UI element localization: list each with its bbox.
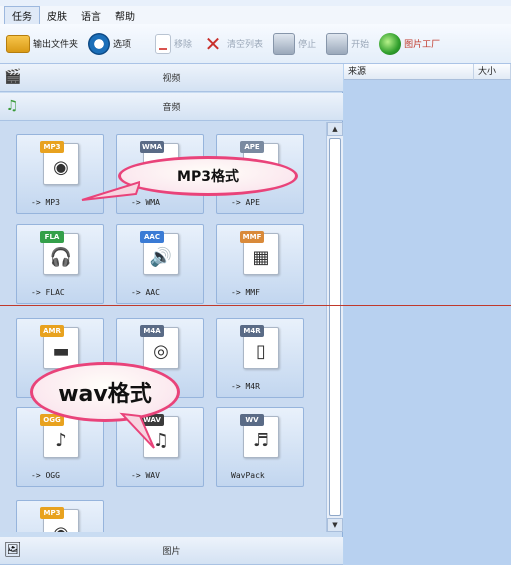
menu-task[interactable]: 任务 bbox=[4, 5, 40, 25]
callout-mp3-tail bbox=[81, 180, 140, 201]
audio-file-icon: AAC 🔊 bbox=[140, 231, 179, 275]
format-tile-label: -> AAC bbox=[131, 288, 160, 297]
clear-list-button[interactable]: ✕ 清空列表 bbox=[202, 29, 263, 59]
column-source[interactable]: 来源 bbox=[344, 64, 474, 80]
remove-label: 移除 bbox=[174, 40, 193, 50]
format-badge: FLA bbox=[40, 231, 64, 243]
format-badge: MP3 bbox=[40, 141, 64, 153]
divider-line bbox=[0, 305, 511, 306]
stop-icon bbox=[273, 32, 296, 55]
stop-label: 停止 bbox=[298, 40, 317, 50]
category-video-label: 视频 bbox=[162, 74, 181, 84]
menu-help[interactable]: 帮助 bbox=[108, 7, 142, 24]
remove-document-icon bbox=[155, 33, 172, 54]
clear-list-label: 清空列表 bbox=[227, 40, 264, 50]
toolbar: 输出文件夹 选项 移除 ✕ 清空列表 停止 开始 图片工厂 bbox=[0, 24, 511, 64]
format-glyph-icon: ♪ bbox=[55, 430, 67, 451]
format-glyph-icon: ▯ bbox=[256, 341, 266, 362]
globe-icon bbox=[379, 32, 402, 55]
format-glyph-icon: ◉ bbox=[44, 522, 78, 532]
menu-skin[interactable]: 皮肤 bbox=[40, 7, 74, 24]
format-tile-label: -> OGG bbox=[31, 471, 60, 480]
remove-button[interactable]: 移除 bbox=[155, 29, 192, 59]
audio-file-icon: M4R ▯ bbox=[240, 325, 279, 369]
column-size[interactable]: 大小 bbox=[474, 64, 511, 80]
audio-file-icon: FLA 🎧 bbox=[40, 231, 79, 275]
format-tile-label: -> FLAC bbox=[31, 288, 65, 297]
gear-icon bbox=[88, 32, 111, 55]
audio-file-icon: MMF ▦ bbox=[240, 231, 279, 275]
format-tile-label: -> WAV bbox=[131, 471, 160, 480]
menu-language[interactable]: 语言 bbox=[74, 7, 108, 24]
format-tile[interactable]: WV ♬ WavPack bbox=[216, 407, 304, 487]
audio-file-icon: MP3 ◉ bbox=[40, 141, 79, 185]
start-icon bbox=[326, 32, 349, 55]
picture-factory-button[interactable]: 图片工厂 bbox=[379, 29, 440, 59]
file-list-panel[interactable]: 来源 大小 bbox=[344, 64, 511, 565]
category-audio[interactable]: ♫ 音频 bbox=[0, 93, 343, 121]
audio-file-icon: OGG ♪ bbox=[40, 414, 79, 458]
format-glyph-icon: ▬ bbox=[52, 341, 70, 362]
format-tile[interactable]: M4R ▯ -> M4R bbox=[216, 318, 304, 398]
audio-file-icon: MP3 ◉ bbox=[40, 507, 79, 532]
format-tile-label: -> M4R bbox=[231, 382, 260, 391]
format-tile-label: -> MP3 bbox=[31, 198, 60, 207]
audio-file-icon: WV ♬ bbox=[240, 414, 279, 458]
format-glyph-icon: ◎ bbox=[153, 341, 169, 362]
format-badge: M4A bbox=[140, 325, 164, 337]
format-tile-label: -> APE bbox=[231, 198, 260, 207]
category-video[interactable]: 🎬 视频 bbox=[0, 64, 343, 92]
format-badge: APE bbox=[240, 141, 264, 153]
format-tile[interactable]: MMF ▦ -> MMF bbox=[216, 224, 304, 304]
format-badge: AAC bbox=[140, 231, 164, 243]
music-note-icon: ♫ bbox=[5, 98, 19, 114]
format-tile[interactable]: AAC 🔊 -> AAC bbox=[116, 224, 204, 304]
start-label: 开始 bbox=[351, 40, 370, 50]
format-glyph-icon: ▦ bbox=[252, 247, 270, 268]
format-badge: M4R bbox=[240, 325, 264, 337]
stop-button[interactable]: 停止 bbox=[273, 29, 316, 59]
callout-wav-text: wav格式 bbox=[58, 382, 152, 407]
format-badge: AMR bbox=[40, 325, 64, 337]
output-folder-label: 输出文件夹 bbox=[33, 40, 79, 50]
close-icon: ✕ bbox=[204, 31, 222, 56]
format-badge: MP3 bbox=[40, 507, 64, 519]
format-badge: WMA bbox=[140, 141, 165, 153]
audio-file-icon: M4A ◎ bbox=[140, 325, 179, 369]
format-tile-label: -> MMF bbox=[231, 288, 260, 297]
folder-icon bbox=[6, 34, 30, 53]
options-button[interactable]: 选项 bbox=[88, 29, 131, 59]
format-glyph-icon: 🎧 bbox=[49, 247, 73, 268]
format-glyph-icon: 🔊 bbox=[149, 247, 173, 268]
format-tile[interactable]: FLA 🎧 -> FLAC bbox=[16, 224, 104, 304]
start-button[interactable]: 开始 bbox=[326, 29, 369, 59]
picture-factory-label: 图片工厂 bbox=[404, 40, 441, 50]
scroll-up-arrow[interactable]: ▲ bbox=[327, 122, 343, 136]
film-icon: 🎬 bbox=[4, 69, 22, 85]
category-picture-label: 图片 bbox=[162, 547, 181, 557]
format-badge: WV bbox=[240, 414, 264, 426]
vertical-scrollbar[interactable]: ▲ ▼ bbox=[326, 122, 343, 532]
format-glyph-icon: ◉ bbox=[53, 157, 69, 178]
callout-mp3: MP3格式 bbox=[118, 156, 298, 196]
options-label: 选项 bbox=[113, 40, 132, 50]
category-picture[interactable]: 🖼 图片 bbox=[0, 537, 343, 565]
output-folder-button[interactable]: 输出文件夹 bbox=[6, 29, 78, 59]
scroll-thumb[interactable] bbox=[329, 138, 341, 516]
scroll-down-arrow[interactable]: ▼ bbox=[327, 518, 343, 532]
callout-mp3-text: MP3格式 bbox=[177, 169, 239, 185]
callout-wav-tail bbox=[119, 412, 155, 449]
format-tile-label: WavPack bbox=[231, 471, 265, 480]
format-badge: MMF bbox=[240, 231, 264, 243]
format-tile[interactable]: MP3 ◉ bbox=[16, 500, 104, 532]
category-panel: 🎬 视频 ♫ 音频 MP3◉-> MP3WMA♪-> WMAAPE♫-> APE… bbox=[0, 64, 343, 565]
format-glyph-icon: ♬ bbox=[252, 430, 270, 451]
menu-bar: 任务 皮肤 语言 帮助 bbox=[0, 5, 511, 25]
audio-file-icon: AMR ▬ bbox=[40, 325, 79, 369]
category-audio-label: 音频 bbox=[162, 103, 181, 113]
picture-icon: 🖼 bbox=[4, 542, 22, 558]
